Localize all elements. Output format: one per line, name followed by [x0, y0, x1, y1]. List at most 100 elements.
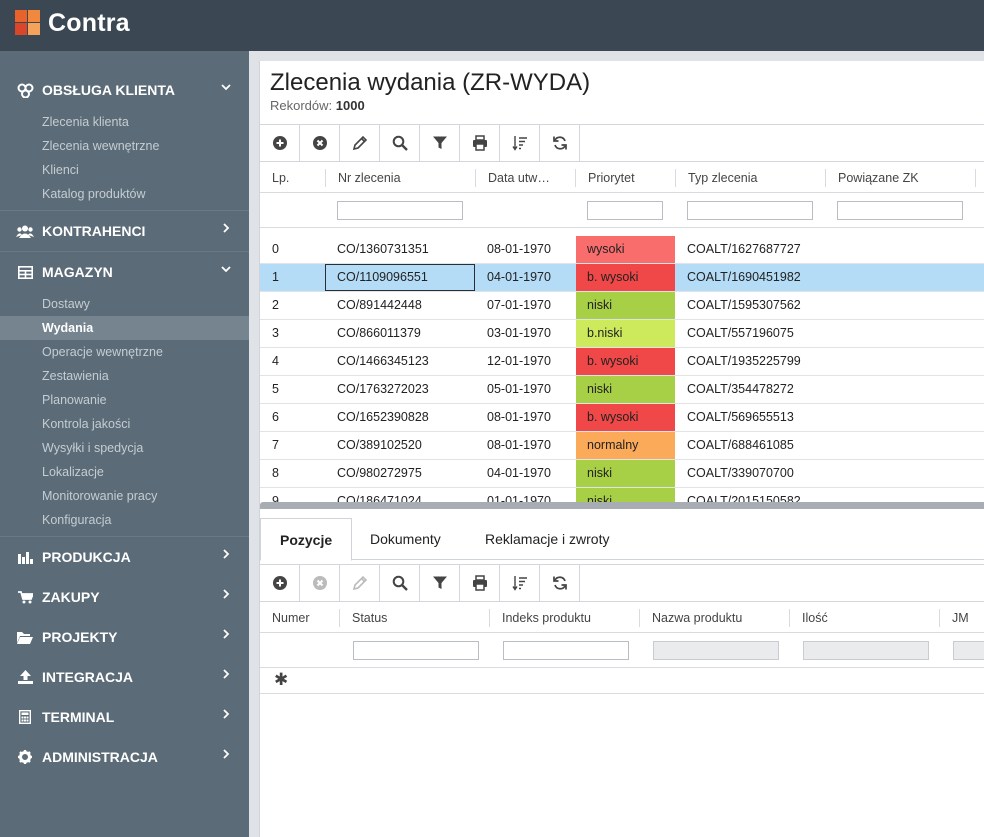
sidebar-item-monitorowanie-pracy[interactable]: Monitorowanie pracy — [0, 484, 249, 508]
table-row[interactable]: 2 CO/891442448 07-01-1970 niski COALT/15… — [260, 292, 984, 320]
sidebar-item-wydania[interactable]: Wydania — [0, 316, 249, 340]
cell-nr-zlecenia[interactable]: CO/186471024 — [326, 488, 476, 502]
table-row[interactable]: 8 CO/980272975 04-01-1970 niski COALT/33… — [260, 460, 984, 488]
column-header-typ-zlecenia[interactable]: Typ zlecenia — [676, 169, 826, 187]
add-button[interactable] — [260, 565, 300, 601]
print-button[interactable] — [460, 125, 500, 161]
upload-icon — [16, 669, 34, 685]
cell-nr-zlecenia[interactable]: CO/1763272023 — [326, 376, 476, 403]
sidebar-item-katalog-produktow[interactable]: Katalog produktów — [0, 182, 249, 206]
filter-typ-zlecenia-input[interactable] — [687, 201, 813, 220]
table-row[interactable]: 9 CO/186471024 01-01-1970 niski COALT/20… — [260, 488, 984, 502]
grid-toolbar — [260, 124, 984, 162]
print-button[interactable] — [460, 565, 500, 601]
table-row[interactable]: 7 CO/389102520 08-01-1970 normalny COALT… — [260, 432, 984, 460]
nav-head-projekty[interactable]: PROJEKTY — [0, 617, 249, 657]
cell-lp: 3 — [272, 326, 279, 340]
cell-priorytet: niski — [576, 488, 675, 502]
cell-typ-zlecenia: COALT/339070700 — [687, 466, 794, 480]
refresh-button[interactable] — [540, 565, 580, 601]
remove-button-disabled[interactable] — [300, 565, 340, 601]
column-header-numer[interactable]: Numer — [260, 609, 340, 627]
nav-head-administracja[interactable]: ADMINISTRACJA — [0, 737, 249, 777]
nav-head-terminal[interactable]: TERMINAL — [0, 697, 249, 737]
cell-priorytet: b. wysoki — [576, 264, 675, 291]
nav-head-zakupy[interactable]: ZAKUPY — [0, 577, 249, 617]
cell-nr-zlecenia[interactable]: CO/1652390828 — [326, 404, 476, 431]
sidebar-item-planowanie[interactable]: Planowanie — [0, 388, 249, 412]
splitter-handle[interactable] — [260, 502, 984, 509]
cell-typ-zlecenia: COALT/354478272 — [687, 382, 794, 396]
sidebar-item-klienci[interactable]: Klienci — [0, 158, 249, 182]
column-header-powiazane-zk[interactable]: Powiązane ZK — [826, 169, 976, 187]
cell-nr-zlecenia[interactable]: CO/980272975 — [326, 460, 476, 487]
nav-head-kontrahenci[interactable]: KONTRAHENCI — [0, 211, 249, 251]
column-header-nazwa-produktu[interactable]: Nazwa produktu — [640, 609, 790, 627]
calculator-icon — [16, 709, 34, 725]
nav-head-label: TERMINAL — [42, 709, 115, 725]
table-row-selected[interactable]: 1 CO/1109096551 04-01-1970 b. wysoki COA… — [260, 264, 984, 292]
refresh-button[interactable] — [540, 125, 580, 161]
cell-nr-zlecenia[interactable]: CO/1360731351 — [326, 236, 476, 263]
filter-powiazane-zk-input[interactable] — [837, 201, 963, 220]
top-bar: Contra — [0, 0, 984, 51]
warehouse-grid-icon — [16, 264, 34, 280]
sort-button[interactable] — [500, 125, 540, 161]
tab-reklamacje-i-zwroty[interactable]: Reklamacje i zwroty — [485, 518, 609, 560]
filter-button[interactable] — [420, 125, 460, 161]
sort-button[interactable] — [500, 565, 540, 601]
column-header-indeks-produktu[interactable]: Indeks produktu — [490, 609, 640, 627]
cell-nr-zlecenia-focused[interactable]: CO/1109096551 — [325, 264, 475, 291]
column-header-ilosc[interactable]: Ilość — [790, 609, 940, 627]
records-count: Rekordów: 1000 — [270, 98, 365, 113]
nav-head-obsluga-klienta[interactable]: OBSŁUGA KLIENTA — [0, 70, 249, 110]
filter-button[interactable] — [420, 565, 460, 601]
table-row[interactable]: 5 CO/1763272023 05-01-1970 niski COALT/3… — [260, 376, 984, 404]
filter-ilosc-readonly — [803, 641, 929, 660]
chevron-down-icon — [221, 266, 231, 273]
sidebar-item-wysylki-i-spedycja[interactable]: Wysyłki i spedycja — [0, 436, 249, 460]
sidebar-item-zestawienia[interactable]: Zestawienia — [0, 364, 249, 388]
search-button[interactable] — [380, 565, 420, 601]
table-row[interactable]: 0 CO/1360731351 08-01-1970 wysoki COALT/… — [260, 236, 984, 264]
chevron-right-icon — [223, 749, 230, 759]
search-button[interactable] — [380, 125, 420, 161]
edit-button[interactable] — [340, 125, 380, 161]
cell-nr-zlecenia[interactable]: CO/1466345123 — [326, 348, 476, 375]
column-header-status[interactable]: Status — [340, 609, 490, 627]
column-header-priorytet[interactable]: Priorytet — [576, 169, 676, 187]
nav-head-integracja[interactable]: INTEGRACJA — [0, 657, 249, 697]
column-header-data-utw[interactable]: Data utw… — [476, 169, 576, 187]
remove-button[interactable] — [300, 125, 340, 161]
column-header-lp[interactable]: Lp. — [260, 169, 326, 187]
sidebar-item-zlecenia-wewnetrzne[interactable]: Zlecenia wewnętrzne — [0, 134, 249, 158]
column-header-jm[interactable]: JM — [940, 609, 984, 627]
filter-indeks-produktu-input[interactable] — [503, 641, 629, 660]
cell-nr-zlecenia[interactable]: CO/866011379 — [326, 320, 476, 347]
filter-priorytet-input[interactable] — [587, 201, 663, 220]
sidebar: OBSŁUGA KLIENTA Zlecenia klienta Zleceni… — [0, 51, 249, 837]
nav-section-magazyn: MAGAZYN Dostawy Wydania Operacje wewnętr… — [0, 252, 249, 536]
sidebar-item-zlecenia-klienta[interactable]: Zlecenia klienta — [0, 110, 249, 134]
cell-nr-zlecenia[interactable]: CO/891442448 — [326, 292, 476, 319]
sidebar-item-operacje-wewnetrzne[interactable]: Operacje wewnętrzne — [0, 340, 249, 364]
sidebar-item-lokalizacje[interactable]: Lokalizacje — [0, 460, 249, 484]
cell-lp: 0 — [272, 242, 279, 256]
table-row[interactable]: 4 CO/1466345123 12-01-1970 b. wysoki COA… — [260, 348, 984, 376]
sidebar-item-kontrola-jakosci[interactable]: Kontrola jakości — [0, 412, 249, 436]
nav-head-produkcja[interactable]: PRODUKCJA — [0, 537, 249, 577]
cell-nr-zlecenia[interactable]: CO/389102520 — [326, 432, 476, 459]
nav-section-kontrahenci: KONTRAHENCI — [0, 211, 249, 251]
filter-nr-zlecenia-input[interactable] — [337, 201, 463, 220]
filter-status-input[interactable] — [353, 641, 479, 660]
column-header-nr-zlecenia[interactable]: Nr zlecenia — [326, 169, 476, 187]
table-row[interactable]: 3 CO/866011379 03-01-1970 b.niski COALT/… — [260, 320, 984, 348]
sidebar-item-dostawy[interactable]: Dostawy — [0, 292, 249, 316]
edit-button-disabled[interactable] — [340, 565, 380, 601]
add-button[interactable] — [260, 125, 300, 161]
table-row[interactable]: 6 CO/1652390828 08-01-1970 b. wysoki COA… — [260, 404, 984, 432]
tab-dokumenty[interactable]: Dokumenty — [370, 518, 441, 560]
sidebar-item-konfiguracja[interactable]: Konfiguracja — [0, 508, 249, 532]
nav-head-magazyn[interactable]: MAGAZYN — [0, 252, 249, 292]
tab-pozycje[interactable]: Pozycje — [260, 518, 353, 561]
